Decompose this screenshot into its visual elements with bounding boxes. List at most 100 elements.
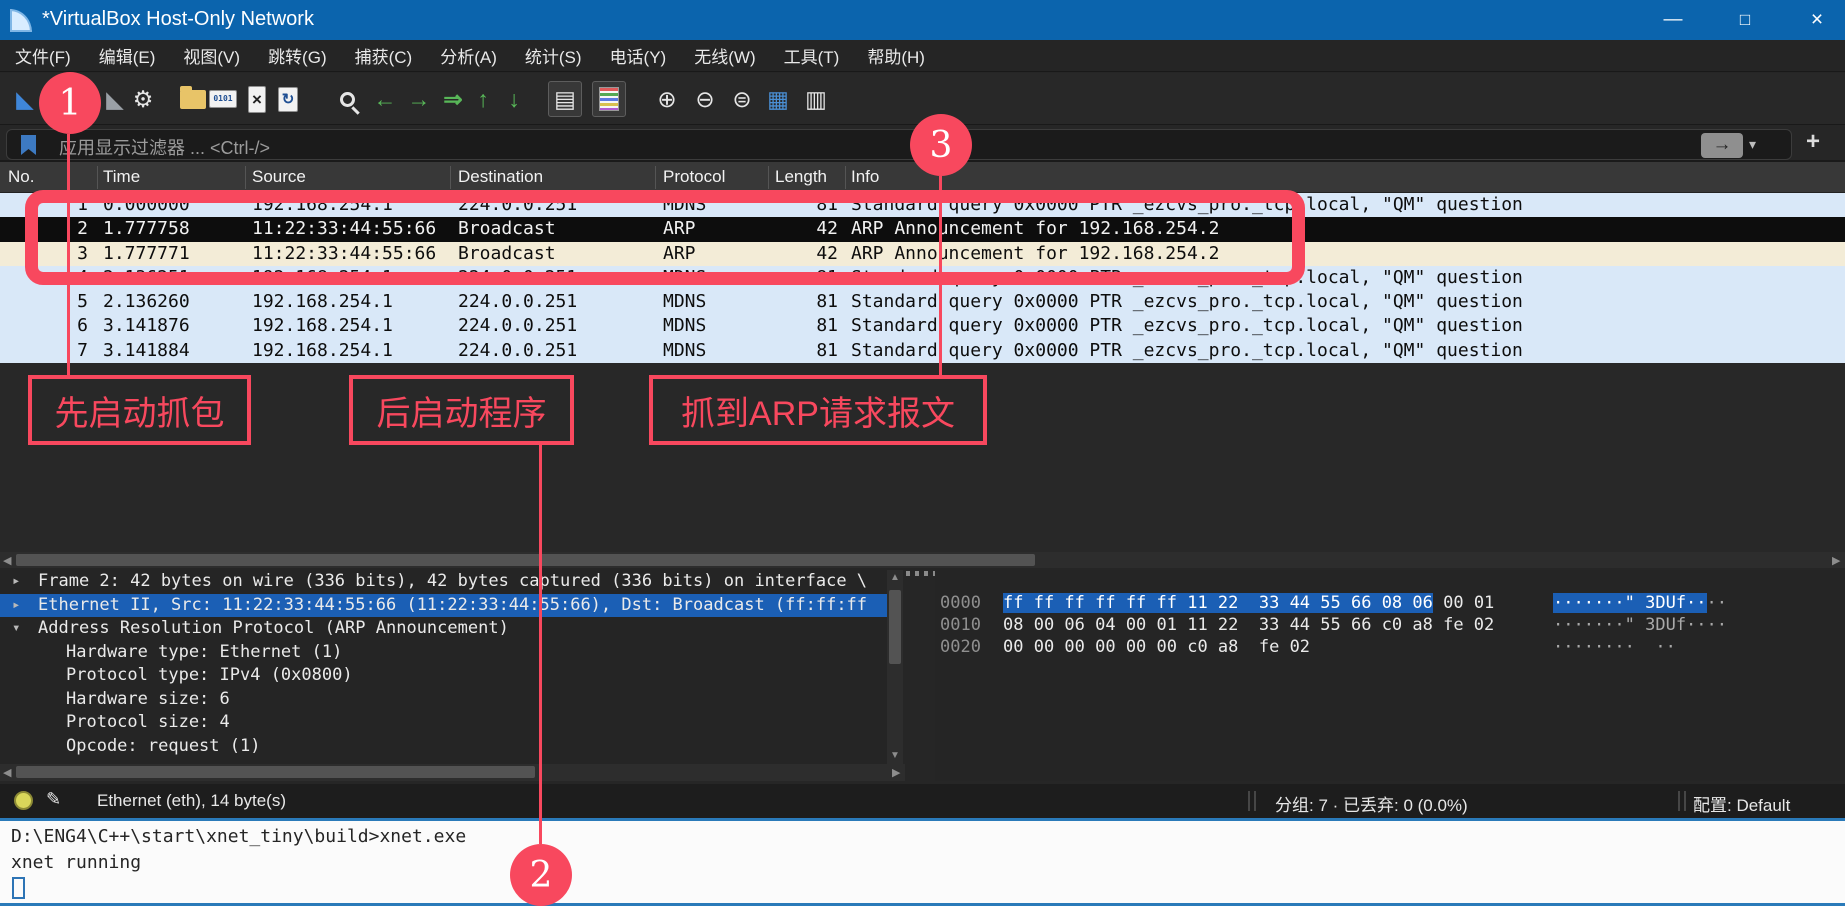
menu-bar: 文件(F) 编辑(E) 视图(V) 跳转(G) 捕获(C) 分析(A) 统计(S…: [0, 40, 1845, 72]
details-vscrollbar[interactable]: ▲ ▼: [887, 570, 903, 764]
apply-filter-button[interactable]: →: [1701, 133, 1743, 158]
hex-row[interactable]: 001008 00 06 04 00 01 11 22 33 44 55 66 …: [935, 592, 1845, 614]
start-capture-icon[interactable]: ◣: [8, 81, 42, 117]
menu-tools[interactable]: 工具(T): [784, 43, 840, 68]
scroll-thumb[interactable]: [889, 590, 901, 664]
menu-wireless[interactable]: 无线(W): [694, 43, 755, 68]
scroll-right-icon[interactable]: ▶: [1832, 554, 1840, 567]
zoom-in-icon[interactable]: ⊕: [650, 81, 684, 117]
menu-go[interactable]: 跳转(G): [268, 43, 327, 68]
packet-row-2[interactable]: 21.77775811:22:33:44:55:66BroadcastARP42…: [0, 217, 1845, 241]
scroll-thumb[interactable]: [16, 766, 535, 778]
collapse-icon[interactable]: ▾: [12, 617, 20, 641]
menu-analyze[interactable]: 分析(A): [440, 43, 497, 68]
column-source[interactable]: Source: [252, 167, 306, 187]
maximize-button[interactable]: □: [1722, 0, 1768, 40]
packet-list-header: No. Time Source Destination Protocol Len…: [0, 162, 1845, 193]
go-forward-icon[interactable]: →: [402, 81, 436, 117]
go-back-icon[interactable]: ←: [368, 81, 402, 117]
bookmark-icon[interactable]: [21, 135, 36, 155]
packet-list: 10.000000192.168.254.1224.0.0.251MDNS81S…: [0, 193, 1845, 363]
filter-bar: 应用显示过滤器 ... <Ctrl-/> → ▾ +: [0, 126, 1845, 162]
menu-capture[interactable]: 捕获(C): [355, 43, 413, 68]
filter-dropdown-caret-icon[interactable]: ▾: [1749, 136, 1756, 153]
expert-info-icon[interactable]: [14, 791, 33, 810]
scroll-thumb[interactable]: [16, 554, 1035, 566]
packet-row-1[interactable]: 10.000000192.168.254.1224.0.0.251MDNS81S…: [0, 193, 1845, 217]
menu-file[interactable]: 文件(F): [15, 43, 71, 68]
save-file-icon[interactable]: 0101: [206, 81, 240, 117]
console-cursor: [12, 877, 25, 899]
stop-capture-icon[interactable]: ◼: [58, 81, 92, 117]
go-to-packet-icon[interactable]: ⇒: [436, 81, 470, 117]
close-button[interactable]: ×: [1794, 0, 1840, 40]
column-no[interactable]: No.: [8, 167, 34, 187]
go-first-icon[interactable]: ↑: [466, 81, 500, 117]
filter-placeholder: 应用显示过滤器 ... <Ctrl-/>: [59, 134, 270, 160]
hex-row[interactable]: 0000ff ff ff ff ff ff 11 22 33 44 55 66 …: [935, 570, 1845, 592]
packet-row-5[interactable]: 52.136260192.168.254.1224.0.0.251MDNS81S…: [0, 290, 1845, 314]
column-info[interactable]: Info: [851, 167, 879, 187]
detail-line-hardware-type[interactable]: Hardware type: Ethernet (1): [0, 641, 887, 665]
packet-row-6[interactable]: 63.141876192.168.254.1224.0.0.251MDNS81S…: [0, 314, 1845, 338]
menu-edit[interactable]: 编辑(E): [99, 43, 156, 68]
auto-scroll-icon[interactable]: ▤: [548, 81, 582, 117]
console-line: xnet running: [11, 852, 141, 873]
scroll-down-icon[interactable]: ▼: [890, 750, 900, 761]
window-title: *VirtualBox Host-Only Network: [42, 8, 314, 31]
detail-line-frame[interactable]: ▸Frame 2: 42 bytes on wire (336 bits), 4…: [0, 570, 887, 594]
scroll-left-icon[interactable]: ◀: [3, 766, 11, 779]
go-last-icon[interactable]: ↓: [497, 81, 531, 117]
packet-count-text: 分组: 7 · 已丢弃: 0 (0.0%): [1275, 791, 1468, 816]
console-window[interactable]: D:\ENG4\C++\start\xnet_tiny\build>xnet.e…: [0, 821, 1845, 903]
packet-list-hscrollbar[interactable]: ◀ ▶: [0, 552, 1845, 568]
menu-statistics[interactable]: 统计(S): [525, 43, 582, 68]
detail-line-opcode[interactable]: Opcode: request (1): [0, 735, 887, 759]
title-bar: *VirtualBox Host-Only Network — □ ×: [0, 0, 1845, 40]
add-filter-button[interactable]: +: [1806, 128, 1820, 156]
number-columns-icon[interactable]: ▥: [799, 81, 833, 117]
minimize-button[interactable]: —: [1650, 0, 1696, 40]
status-bar: ✎ Ethernet (eth), 14 byte(s) 分组: 7 · 已丢弃…: [0, 784, 1845, 818]
packet-bytes-pane: 0000ff ff ff ff ff ff 11 22 33 44 55 66 …: [935, 570, 1845, 781]
details-hscrollbar[interactable]: ◀ ▶: [0, 764, 905, 781]
packet-row-7[interactable]: 73.141884192.168.254.1224.0.0.251MDNS81S…: [0, 339, 1845, 363]
zoom-out-icon[interactable]: ⊖: [688, 81, 722, 117]
packet-details-pane: ▸Frame 2: 42 bytes on wire (336 bits), 4…: [0, 570, 887, 764]
scroll-up-icon[interactable]: ▲: [890, 572, 900, 583]
column-protocol[interactable]: Protocol: [663, 167, 725, 187]
wireshark-window: *VirtualBox Host-Only Network — □ × 文件(F…: [0, 0, 1845, 906]
column-time[interactable]: Time: [103, 167, 140, 187]
detail-line-protocol-type[interactable]: Protocol type: IPv4 (0x0800): [0, 664, 887, 688]
find-packet-icon[interactable]: [330, 81, 364, 117]
resize-columns-icon[interactable]: ▦: [761, 81, 795, 117]
expand-icon[interactable]: ▸: [12, 594, 20, 618]
detail-line-arp[interactable]: ▾Address Resolution Protocol (ARP Announ…: [0, 617, 887, 641]
column-length[interactable]: Length: [775, 167, 827, 187]
detail-line-hardware-size[interactable]: Hardware size: 6: [0, 688, 887, 712]
scroll-right-icon[interactable]: ▶: [892, 766, 900, 779]
packet-row-4[interactable]: 42.136251192.168.254.1224.0.0.251MDNS81S…: [0, 266, 1845, 290]
display-filter-input[interactable]: 应用显示过滤器 ... <Ctrl-/> → ▾: [6, 129, 1792, 160]
menu-telephony[interactable]: 电话(Y): [610, 43, 667, 68]
packet-list-empty-area: [0, 363, 1845, 552]
capture-info-text: Ethernet (eth), 14 byte(s): [97, 791, 286, 811]
detail-line-protocol-size[interactable]: Protocol size: 4: [0, 711, 887, 735]
menu-view[interactable]: 视图(V): [183, 43, 240, 68]
reload-icon[interactable]: ↻: [271, 81, 305, 117]
detail-line-ethernet[interactable]: ▸Ethernet II, Src: 11:22:33:44:55:66 (11…: [0, 594, 887, 618]
main-toolbar: ◣ ◼ ◣ ⚙ 0101 × ↻ ← → ⇒ ↑ ↓ ▤ ⊕ ⊖ ⊜ ▦ ▥: [0, 73, 1845, 125]
packet-row-3[interactable]: 31.77777111:22:33:44:55:66BroadcastARP42…: [0, 242, 1845, 266]
capture-comment-icon[interactable]: ✎: [46, 789, 61, 810]
capture-options-icon[interactable]: ⚙: [126, 81, 160, 117]
hex-row[interactable]: 002000 00 00 00 00 00 c0 a8 fe 02·······…: [935, 614, 1845, 636]
column-destination[interactable]: Destination: [458, 167, 543, 187]
colorize-icon[interactable]: [592, 81, 626, 117]
zoom-reset-icon[interactable]: ⊜: [725, 81, 759, 117]
menu-help[interactable]: 帮助(H): [867, 43, 925, 68]
open-file-icon[interactable]: [176, 81, 210, 117]
expand-icon[interactable]: ▸: [12, 570, 20, 594]
profile-text[interactable]: 配置: Default: [1693, 791, 1790, 816]
scroll-left-icon[interactable]: ◀: [3, 554, 11, 567]
close-file-icon[interactable]: ×: [240, 81, 274, 117]
